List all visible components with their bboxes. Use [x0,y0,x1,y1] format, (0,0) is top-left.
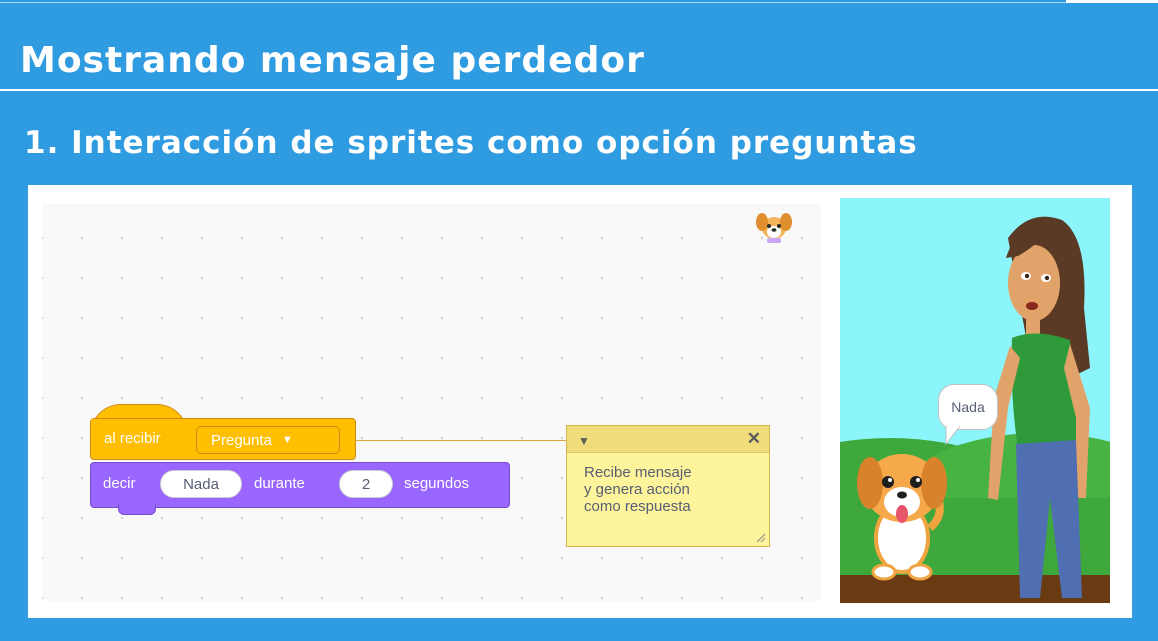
comment-text[interactable]: Recibe mensaje y genera acción como resp… [584,464,756,515]
code-workspace[interactable]: al recibir Pregunta ▼ decir Nada durante… [42,204,821,601]
comment-header[interactable]: ▼ ✕ [567,426,769,453]
say-block-unit-label: segundos [404,475,470,492]
dropdown-caret-icon: ▼ [281,434,293,446]
speech-bubble-tail [945,426,961,446]
close-icon[interactable]: ✕ [747,429,761,449]
message-dropdown-value: Pregunta [211,431,272,449]
resize-grip-icon[interactable] [754,531,766,543]
block-comment[interactable]: ▼ ✕ Recibe mensaje y genera acción como … [566,425,770,547]
top-rule [0,2,1158,3]
say-block-middle-label: durante [254,475,305,492]
slide-title: Mostrando mensaje perdedor [20,40,645,81]
dog-sprite-thumbnail-icon[interactable] [752,208,796,244]
screenshot-panel: al recibir Pregunta ▼ decir Nada durante… [28,185,1132,618]
speech-bubble: Nada [938,384,998,430]
say-block-notch [118,504,156,515]
say-block-label: decir [103,475,136,492]
say-seconds-input[interactable]: 2 [339,470,393,498]
collapse-caret-icon[interactable]: ▼ [578,434,590,448]
say-message-input[interactable]: Nada [160,470,242,498]
corner-mark [1066,0,1158,3]
event-block-label: al recibir [104,430,161,447]
stage[interactable]: Nada [840,198,1110,603]
section-heading: 1. Interacción de sprites como opción pr… [24,125,918,161]
title-underline [0,89,1158,91]
comment-connector-line [354,440,568,441]
message-dropdown[interactable]: Pregunta ▼ [196,426,340,454]
